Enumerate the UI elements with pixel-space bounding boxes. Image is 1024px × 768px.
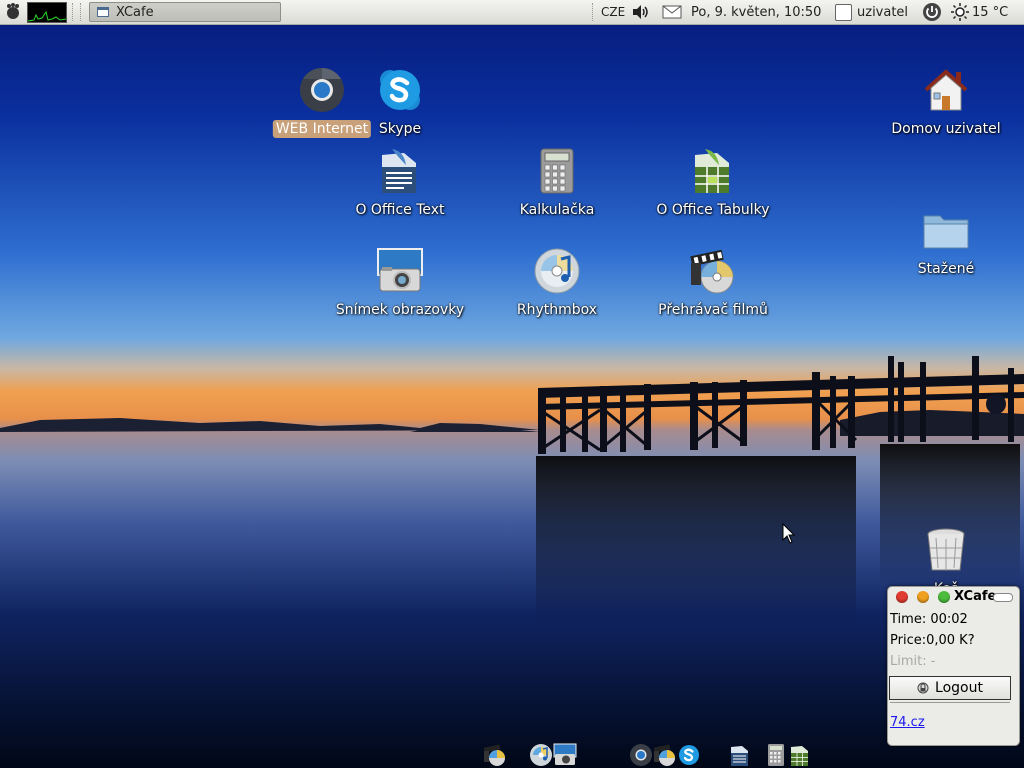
minimize-icon[interactable] <box>917 591 929 603</box>
desktop-icon-label: WEB Internet <box>272 120 372 138</box>
taskbar-window-xcafe[interactable]: XCafe <box>89 2 281 22</box>
desktop-icon-calculator[interactable]: Kalkulačka <box>520 147 594 219</box>
desktop-icon-label: Domov uzivatel <box>891 121 1001 137</box>
window-icon <box>97 7 109 17</box>
desktop-icon-movie-player[interactable]: Přehrávač filmů <box>658 247 768 319</box>
home-folder-icon <box>924 69 968 111</box>
chromium-icon[interactable] <box>629 743 653 767</box>
skype-icon[interactable] <box>677 743 701 767</box>
movie-player-icon <box>690 249 734 294</box>
desktop-icon-label: O Office Tabulky <box>656 202 770 218</box>
desktop-icon-label: Skype <box>378 121 422 137</box>
desktop-icon-office-text[interactable]: O Office Text <box>355 147 445 219</box>
desktop-wallpaper <box>0 0 1024 768</box>
xcafe-website-link[interactable]: 74.cz <box>890 715 925 730</box>
chromium-icon <box>300 68 344 112</box>
rhythmbox-icon[interactable] <box>529 743 553 767</box>
screenshot-camera-icon <box>377 248 423 292</box>
top-panel: XCafe CZE Po, 9. květen, 10:50 uzivatel <box>0 0 1024 25</box>
xcafe-time: Time: 00:02 <box>890 612 968 627</box>
system-monitor-graph[interactable] <box>27 2 67 23</box>
logout-button[interactable]: Logout <box>889 676 1011 700</box>
desktop-icon-label: Přehrávač filmů <box>658 302 768 318</box>
taskbar-window-label: XCafe <box>116 4 154 20</box>
openoffice-calc-icon <box>695 149 729 193</box>
xcafe-limit: Limit: - <box>890 654 936 669</box>
desktop-icon-rhythmbox[interactable]: Rhythmbox <box>517 247 597 319</box>
movie-player-icon[interactable] <box>653 743 677 767</box>
calculator-icon[interactable] <box>764 743 788 767</box>
volume-icon[interactable] <box>631 0 651 24</box>
desktop-icon-downloads[interactable]: Stažené <box>918 206 974 278</box>
desktop-icon-label: Stažené <box>917 261 975 277</box>
xcafe-price: Price:0,00 K? <box>890 633 975 648</box>
mail-envelope-icon[interactable] <box>662 0 682 24</box>
rhythmbox-icon <box>534 248 580 294</box>
username-label: uzivatel <box>857 4 909 20</box>
xcafe-widget: XCafe Time: 00:02 Price:0,00 K? Limit: -… <box>887 586 1020 746</box>
movie-player-icon[interactable] <box>483 743 507 767</box>
temperature-label: 15 °C <box>972 4 1009 20</box>
main-menu-icon[interactable] <box>2 0 24 24</box>
user-checkbox-icon <box>835 3 852 21</box>
keyboard-layout-indicator[interactable]: CZE <box>601 0 625 24</box>
clock-applet[interactable]: Po, 9. květen, 10:50 <box>691 0 821 24</box>
openoffice-calc-icon[interactable] <box>788 743 812 767</box>
mouse-pointer-icon <box>782 523 796 544</box>
weather-sun-icon[interactable] <box>951 0 969 24</box>
trash-icon <box>927 528 965 571</box>
downloads-folder-icon <box>923 215 969 249</box>
panel-separator <box>592 3 595 21</box>
desktop-icon-label: Rhythmbox <box>516 302 598 318</box>
skype-icon <box>380 70 420 110</box>
weather-applet[interactable]: 15 °C <box>972 0 1008 24</box>
logout-label: Logout <box>935 680 983 696</box>
screenshot-camera-icon[interactable] <box>553 743 577 767</box>
openoffice-writer-icon[interactable] <box>728 743 752 767</box>
xcafe-divider <box>890 702 1010 703</box>
desktop-icon-skype[interactable]: Skype <box>375 66 425 138</box>
xcafe-titlebar[interactable]: XCafe <box>888 587 1019 607</box>
close-icon[interactable] <box>896 591 908 603</box>
desktop-icon-home-folder[interactable]: Domov uzivatel <box>891 66 1001 138</box>
openoffice-writer-icon <box>382 149 416 193</box>
desktop-icon-office-spreadsheet[interactable]: O Office Tabulky <box>656 147 770 219</box>
calculator-icon <box>540 148 574 194</box>
xcafe-title: XCafe <box>954 589 997 604</box>
desktop-icon-web-internet[interactable]: WEB Internet <box>272 66 372 138</box>
power-icon[interactable] <box>921 0 943 24</box>
keyboard-layout-label: CZE <box>601 5 626 19</box>
desktop-icon-label: Snímek obrazovky <box>335 302 465 318</box>
maximize-icon[interactable] <box>938 591 950 603</box>
shade-icon[interactable] <box>993 593 1013 602</box>
desktop-icon-label: Kalkulačka <box>519 202 595 218</box>
desktop-icon-trash[interactable]: Koš <box>920 526 972 597</box>
panel-separator <box>80 3 83 21</box>
panel-separator <box>72 3 75 21</box>
clock-label: Po, 9. květen, 10:50 <box>691 4 822 20</box>
user-switcher[interactable]: uzivatel <box>835 0 908 24</box>
desktop-icon-screenshot[interactable]: Snímek obrazovky <box>336 247 464 319</box>
desktop-icon-label: O Office Text <box>355 202 445 218</box>
logout-lock-icon <box>917 682 929 694</box>
